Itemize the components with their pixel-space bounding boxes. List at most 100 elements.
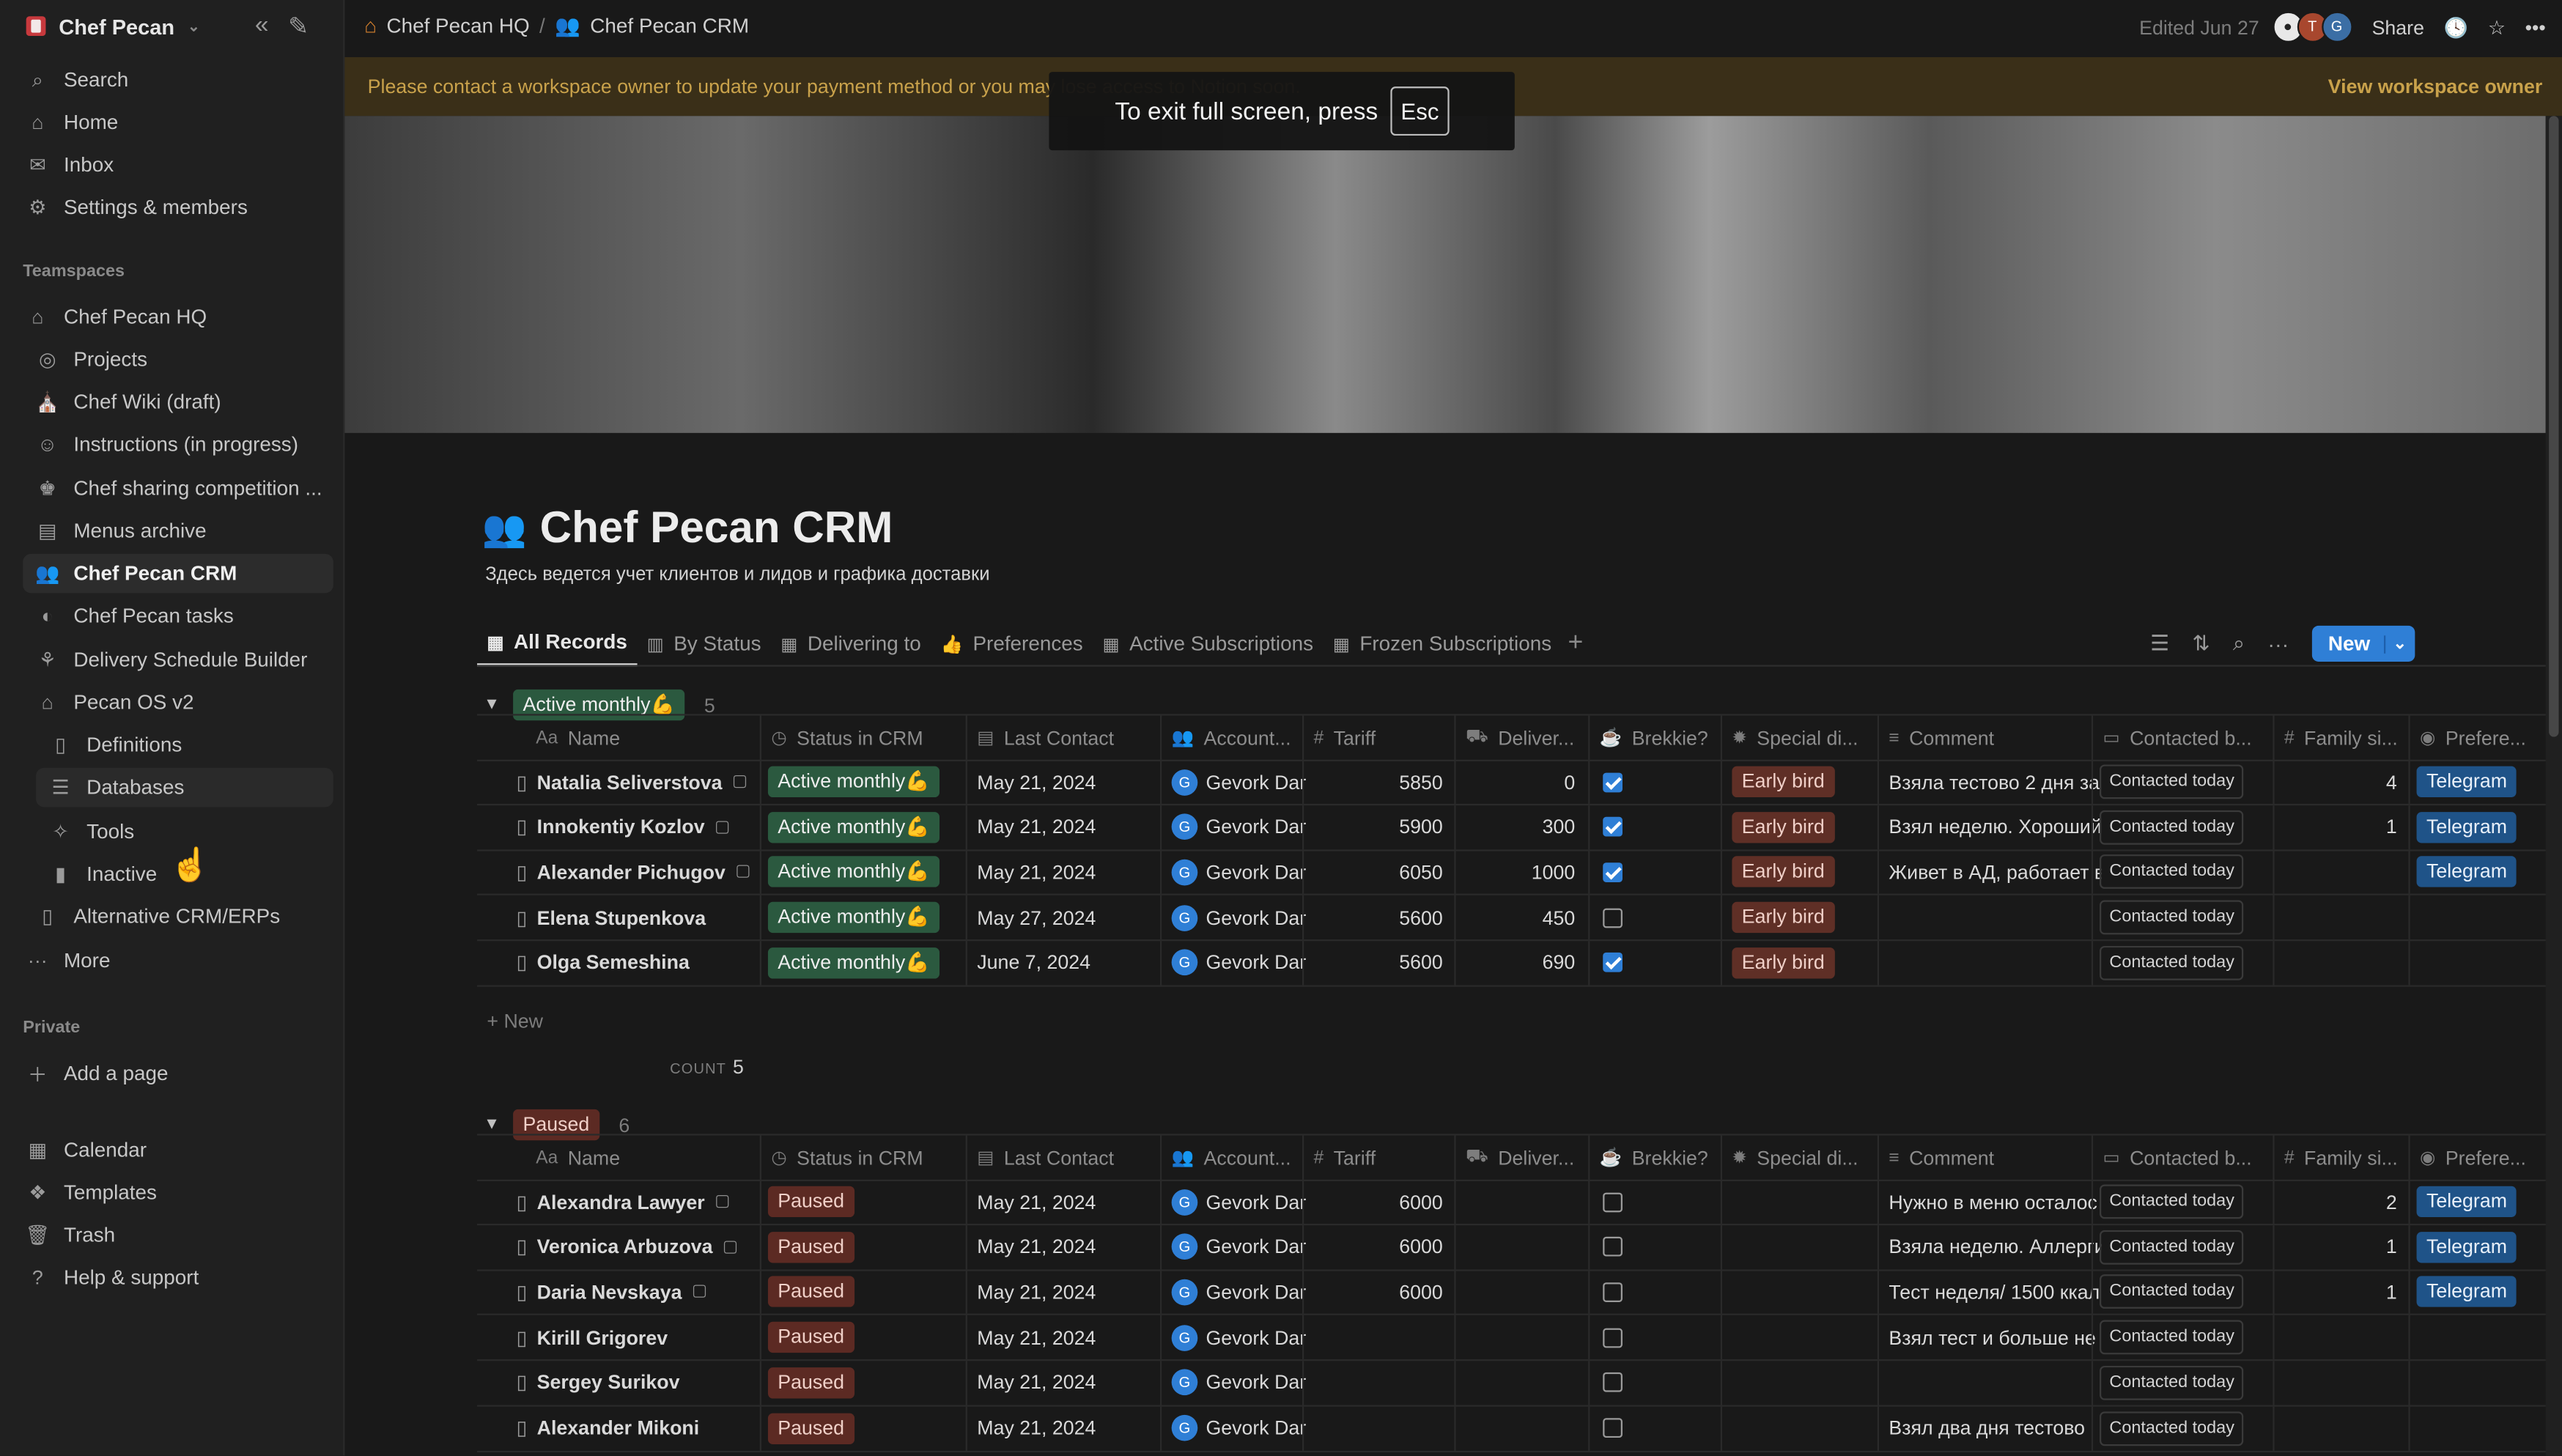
table-row[interactable]: ▯ Olga Semeshina Active monthly💪 June 7, 20… <box>477 940 2546 987</box>
cell-last-contact[interactable]: May 21, 2024 <box>965 759 1170 804</box>
table-row[interactable]: ▯ Elena Stupenkova Active monthly💪 May 27, … <box>477 895 2546 942</box>
cell-name[interactable]: ▯ Alexander Mikoni <box>517 1406 752 1450</box>
column-header-preference[interactable]: ◉ Preferе... <box>2408 1135 2557 1180</box>
brekkie-checkbox[interactable] <box>1603 862 1623 882</box>
cell-status[interactable]: Paused <box>759 1179 971 1224</box>
cell-preference[interactable]: Telegram <box>2408 1224 2553 1269</box>
cell-special-diet[interactable] <box>1720 1405 1887 1450</box>
cell-account[interactable]: G Gevork Dar <box>1160 940 1312 985</box>
cell-family-size[interactable] <box>2273 1315 2407 1360</box>
sidebar-item-calendar[interactable]: ▦ Calendar <box>13 1131 333 1170</box>
cell-name[interactable]: ▯ Elena Stupenkova <box>517 895 752 939</box>
comment-icon[interactable]: ▢ <box>715 1193 730 1211</box>
cell-special-diet[interactable]: Early bird <box>1720 895 1887 940</box>
cell-preference[interactable]: Telegram <box>2408 1270 2553 1315</box>
cell-name[interactable]: ▯ Veronica Arbuzova ▢ <box>517 1225 752 1269</box>
cell-delivery[interactable] <box>1454 1224 1584 1269</box>
cell-account[interactable]: G Gevork Dar <box>1160 1360 1312 1405</box>
cell-preference[interactable]: Telegram <box>2408 1179 2553 1224</box>
column-header-special[interactable]: ✹ Special di... <box>1720 1135 1887 1180</box>
column-header-comment[interactable]: ≡ Comment <box>1877 1135 2101 1180</box>
cell-tariff[interactable]: 5850 <box>1302 759 1452 804</box>
cell-tariff[interactable] <box>1302 1405 1452 1450</box>
sidebar-item-definitions[interactable]: ▯ Definitions <box>36 725 333 765</box>
cell-last-contact[interactable]: May 21, 2024 <box>965 850 1170 895</box>
cell-special-diet[interactable]: Early bird <box>1720 940 1887 985</box>
tab-all-records[interactable]: ▦ All Records <box>477 621 638 667</box>
column-header-contacted[interactable]: ▭ Contacted b... <box>2091 715 2283 760</box>
cell-name[interactable]: ▯ Alexander Pichugov ▢ <box>517 850 752 894</box>
cell-special-diet[interactable] <box>1720 1224 1887 1269</box>
cell-comment[interactable]: Взял тест и больше не <box>1877 1315 2101 1360</box>
comment-icon[interactable]: ▢ <box>723 1238 738 1256</box>
cell-comment[interactable]: Взяла тестово 2 дня за <box>1877 759 2101 804</box>
cell-delivery[interactable] <box>1454 1360 1584 1405</box>
column-header-name[interactable]: Aa Name <box>526 716 771 760</box>
cell-last-contact[interactable]: May 21, 2024 <box>965 805 1170 849</box>
cell-status[interactable]: Paused <box>759 1270 971 1315</box>
comment-icon[interactable]: ▢ <box>692 1283 707 1301</box>
cell-brekkie[interactable] <box>1588 940 1730 985</box>
collapse-sidebar-icon[interactable]: « <box>255 12 269 41</box>
triangle-down-icon[interactable]: ▼ <box>484 1116 500 1134</box>
cell-account[interactable]: G Gevork Dar <box>1160 1224 1312 1269</box>
cell-delivery[interactable]: 1000 <box>1454 850 1584 895</box>
cell-brekkie[interactable] <box>1588 1405 1730 1450</box>
cell-preference[interactable]: Telegram <box>2408 850 2553 895</box>
cell-tariff[interactable]: 6000 <box>1302 1270 1452 1315</box>
cell-last-contact[interactable]: May 21, 2024 <box>965 1360 1170 1405</box>
add-view-icon[interactable]: + <box>1568 629 1583 658</box>
cell-account[interactable]: G Gevork Dar <box>1160 1405 1312 1450</box>
sidebar-item-chef-pecan-tasks[interactable]: ◐ Chef Pecan tasks <box>23 596 333 636</box>
cell-brekkie[interactable] <box>1588 1224 1730 1269</box>
cell-tariff[interactable]: 6000 <box>1302 1179 1452 1224</box>
cell-tariff[interactable]: 5600 <box>1302 940 1452 985</box>
cell-comment[interactable]: Тест неделя/ 1500 ккал <box>1877 1270 2101 1315</box>
column-header-contacted[interactable]: ▭ Contacted b... <box>2091 1135 2283 1180</box>
cell-name[interactable]: ▯ Kirill Grigorev <box>517 1315 752 1359</box>
new-page-icon[interactable]: ✎ <box>288 12 309 41</box>
sidebar-item-chef-wiki-draft-[interactable]: ⛪ Chef Wiki (draft) <box>23 383 333 422</box>
cell-brekkie[interactable] <box>1588 1360 1730 1405</box>
column-header-last_contact[interactable]: ▤ Last Contact <box>965 1135 1170 1180</box>
table-row[interactable]: ▯ Veronica Arbuzova ▢ Paused May 21, 2024 G Ge… <box>477 1224 2546 1271</box>
view-workspace-owner-link[interactable]: View workspace owner <box>2328 75 2542 98</box>
cell-tariff[interactable]: 5600 <box>1302 895 1452 940</box>
cell-name[interactable]: ▯ Natalia Seliverstova ▢ <box>517 760 752 804</box>
cell-contacted[interactable]: Contacted today <box>2091 940 2279 985</box>
cell-status[interactable]: Paused <box>759 1360 971 1405</box>
column-header-preference[interactable]: ◉ Preferе... <box>2408 715 2557 760</box>
cell-account[interactable]: G Gevork Dar <box>1160 759 1312 804</box>
sidebar-item-chef-pecan-hq[interactable]: ⌂ Chef Pecan HQ <box>13 298 333 337</box>
column-header-brekkie[interactable]: ☕ Brekkie? <box>1588 1135 1730 1180</box>
cell-delivery[interactable]: 690 <box>1454 940 1584 985</box>
cell-comment[interactable]: Взяла неделю. Аллерги <box>1877 1224 2101 1269</box>
workspace-switcher[interactable]: Chef Pecan ⌄ <box>26 12 200 41</box>
cell-delivery[interactable] <box>1454 1315 1584 1360</box>
cell-account[interactable]: G Gevork Dar <box>1160 850 1312 895</box>
cell-brekkie[interactable] <box>1588 1270 1730 1315</box>
cell-family-size[interactable]: 1 <box>2273 1224 2407 1269</box>
table-row[interactable]: ▯ Daria Nevskaya ▢ Paused May 21, 2024 G Gevor… <box>477 1270 2546 1316</box>
column-header-account[interactable]: 👥 Account... <box>1160 1135 1312 1180</box>
sidebar-item-chef-pecan-crm[interactable]: 👥 Chef Pecan CRM <box>23 553 333 594</box>
cell-last-contact[interactable]: May 21, 2024 <box>965 1224 1170 1269</box>
cell-tariff[interactable]: 6050 <box>1302 850 1452 895</box>
brekkie-checkbox[interactable] <box>1603 1418 1623 1438</box>
cell-name[interactable]: ▯ Sergey Surikov <box>517 1361 752 1405</box>
cell-last-contact[interactable]: May 21, 2024 <box>965 1405 1170 1450</box>
cell-family-size[interactable] <box>2273 850 2407 895</box>
cell-delivery[interactable]: 300 <box>1454 805 1584 849</box>
cell-contacted[interactable]: Contacted today <box>2091 1270 2279 1315</box>
sidebar-item-chef-sharing-competition-[interactable]: ♚ Chef sharing competition ... <box>23 469 333 509</box>
cell-contacted[interactable]: Contacted today <box>2091 1315 2279 1360</box>
tab-by-status[interactable]: ▥ By Status <box>637 621 771 666</box>
cell-contacted[interactable]: Contacted today <box>2091 895 2279 940</box>
cell-tariff[interactable] <box>1302 1360 1452 1405</box>
cell-account[interactable]: G Gevork Dar <box>1160 1179 1312 1224</box>
new-record-button[interactable]: New ⌄ <box>2311 625 2415 662</box>
table-row[interactable]: ▯ Alexander Mikoni Paused May 21, 2024 G Gevo… <box>477 1405 2546 1452</box>
sidebar-item-alternative-crm-erps[interactable]: ▯ Alternative CRM/ERPs <box>23 897 333 936</box>
more-icon[interactable]: ••• <box>2525 15 2546 38</box>
cell-contacted[interactable]: Contacted today <box>2091 805 2279 849</box>
